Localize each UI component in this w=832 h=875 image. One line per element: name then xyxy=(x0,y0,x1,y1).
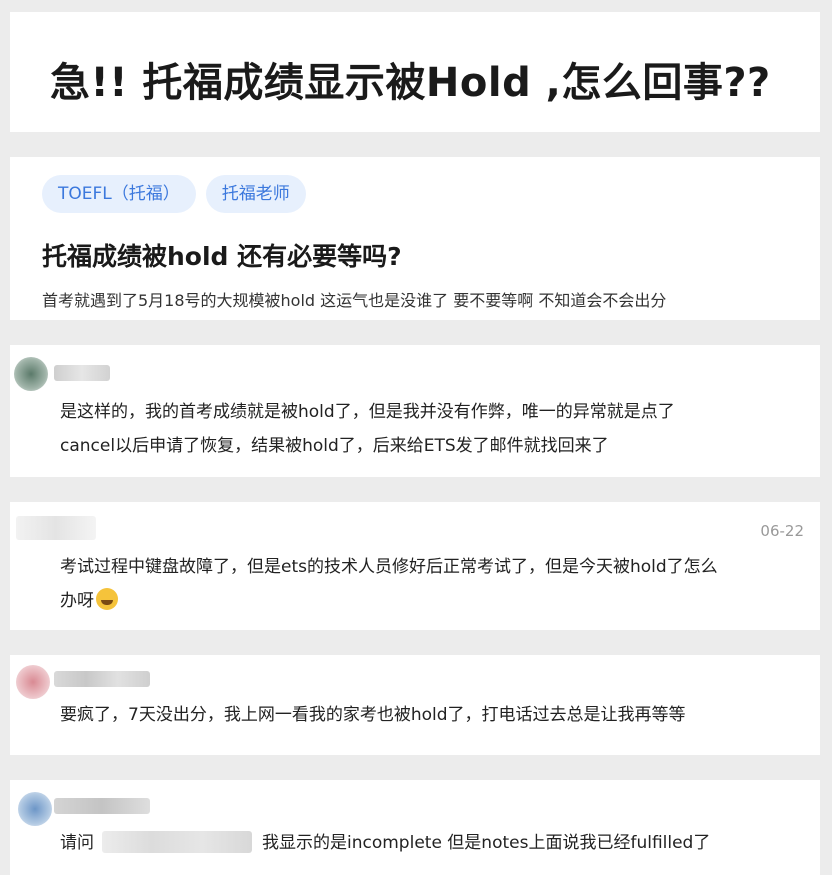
title-card: 急!! 托福成绩显示被Hold ,怎么回事?? xyxy=(10,12,820,132)
question-card: TOEFL（托福） 托福老师 托福成绩被hold 还有必要等吗? 首考就遇到了5… xyxy=(10,157,820,320)
comment-prefix: 请问 xyxy=(60,833,94,853)
avatar xyxy=(16,665,50,699)
comment-suffix: 我显示的是incomplete 但是notes上面说我已经fulfilled了 xyxy=(262,833,711,853)
question-heading[interactable]: 托福成绩被hold 还有必要等吗? xyxy=(42,237,402,273)
comment-line: 是这样的，我的首考成绩就是被hold了，但是我并没有作弊，唯一的异常就是点了 xyxy=(60,402,675,422)
tag-list: TOEFL（托福） 托福老师 xyxy=(42,175,306,213)
tag-toefl-teacher[interactable]: 托福老师 xyxy=(205,175,306,213)
username-blurred xyxy=(54,798,150,814)
comment-text: 要疯了，7天没出分，我上网一看我的家考也被hold了，打电话过去总是让我再等等 xyxy=(60,705,686,725)
comment-text: 考试过程中键盘故障了，但是ets的技术人员修好后正常考试了，但是今天被hold了… xyxy=(60,550,718,618)
comment-card: 请问 我显示的是incomplete 但是notes上面说我已经fulfilled… xyxy=(10,780,820,875)
username-blurred xyxy=(54,671,150,687)
question-description: 首考就遇到了5月18号的大规模被hold 这运气也是没谁了 要不要等啊 不知道会… xyxy=(42,291,667,310)
comment-card: 要疯了，7天没出分，我上网一看我的家考也被hold了，打电话过去总是让我再等等 xyxy=(10,655,820,755)
crying-face-icon xyxy=(96,588,118,610)
redacted-text xyxy=(102,831,252,853)
tag-toefl[interactable]: TOEFL（托福） xyxy=(42,175,196,213)
comment-date: 06-22 xyxy=(760,522,804,540)
comment-text: 请问 我显示的是incomplete 但是notes上面说我已经fulfilled… xyxy=(60,826,710,860)
comment-line: 考试过程中键盘故障了，但是ets的技术人员修好后正常考试了，但是今天被hold了… xyxy=(60,557,718,577)
username-blurred xyxy=(54,365,110,381)
username-blurred xyxy=(16,516,96,540)
comment-text: 是这样的，我的首考成绩就是被hold了，但是我并没有作弊，唯一的异常就是点了 c… xyxy=(60,395,675,463)
page-title: 急!! 托福成绩显示被Hold ,怎么回事?? xyxy=(50,60,771,106)
comment-line: cancel以后申请了恢复，结果被hold了，后来给ETS发了邮件就找回来了 xyxy=(60,436,609,456)
avatar xyxy=(14,357,48,391)
avatar xyxy=(18,792,52,826)
comment-card: 06-22 考试过程中键盘故障了，但是ets的技术人员修好后正常考试了，但是今天… xyxy=(10,502,820,630)
comment-line: 办呀 xyxy=(60,591,94,611)
comment-card: 是这样的，我的首考成绩就是被hold了，但是我并没有作弊，唯一的异常就是点了 c… xyxy=(10,345,820,477)
